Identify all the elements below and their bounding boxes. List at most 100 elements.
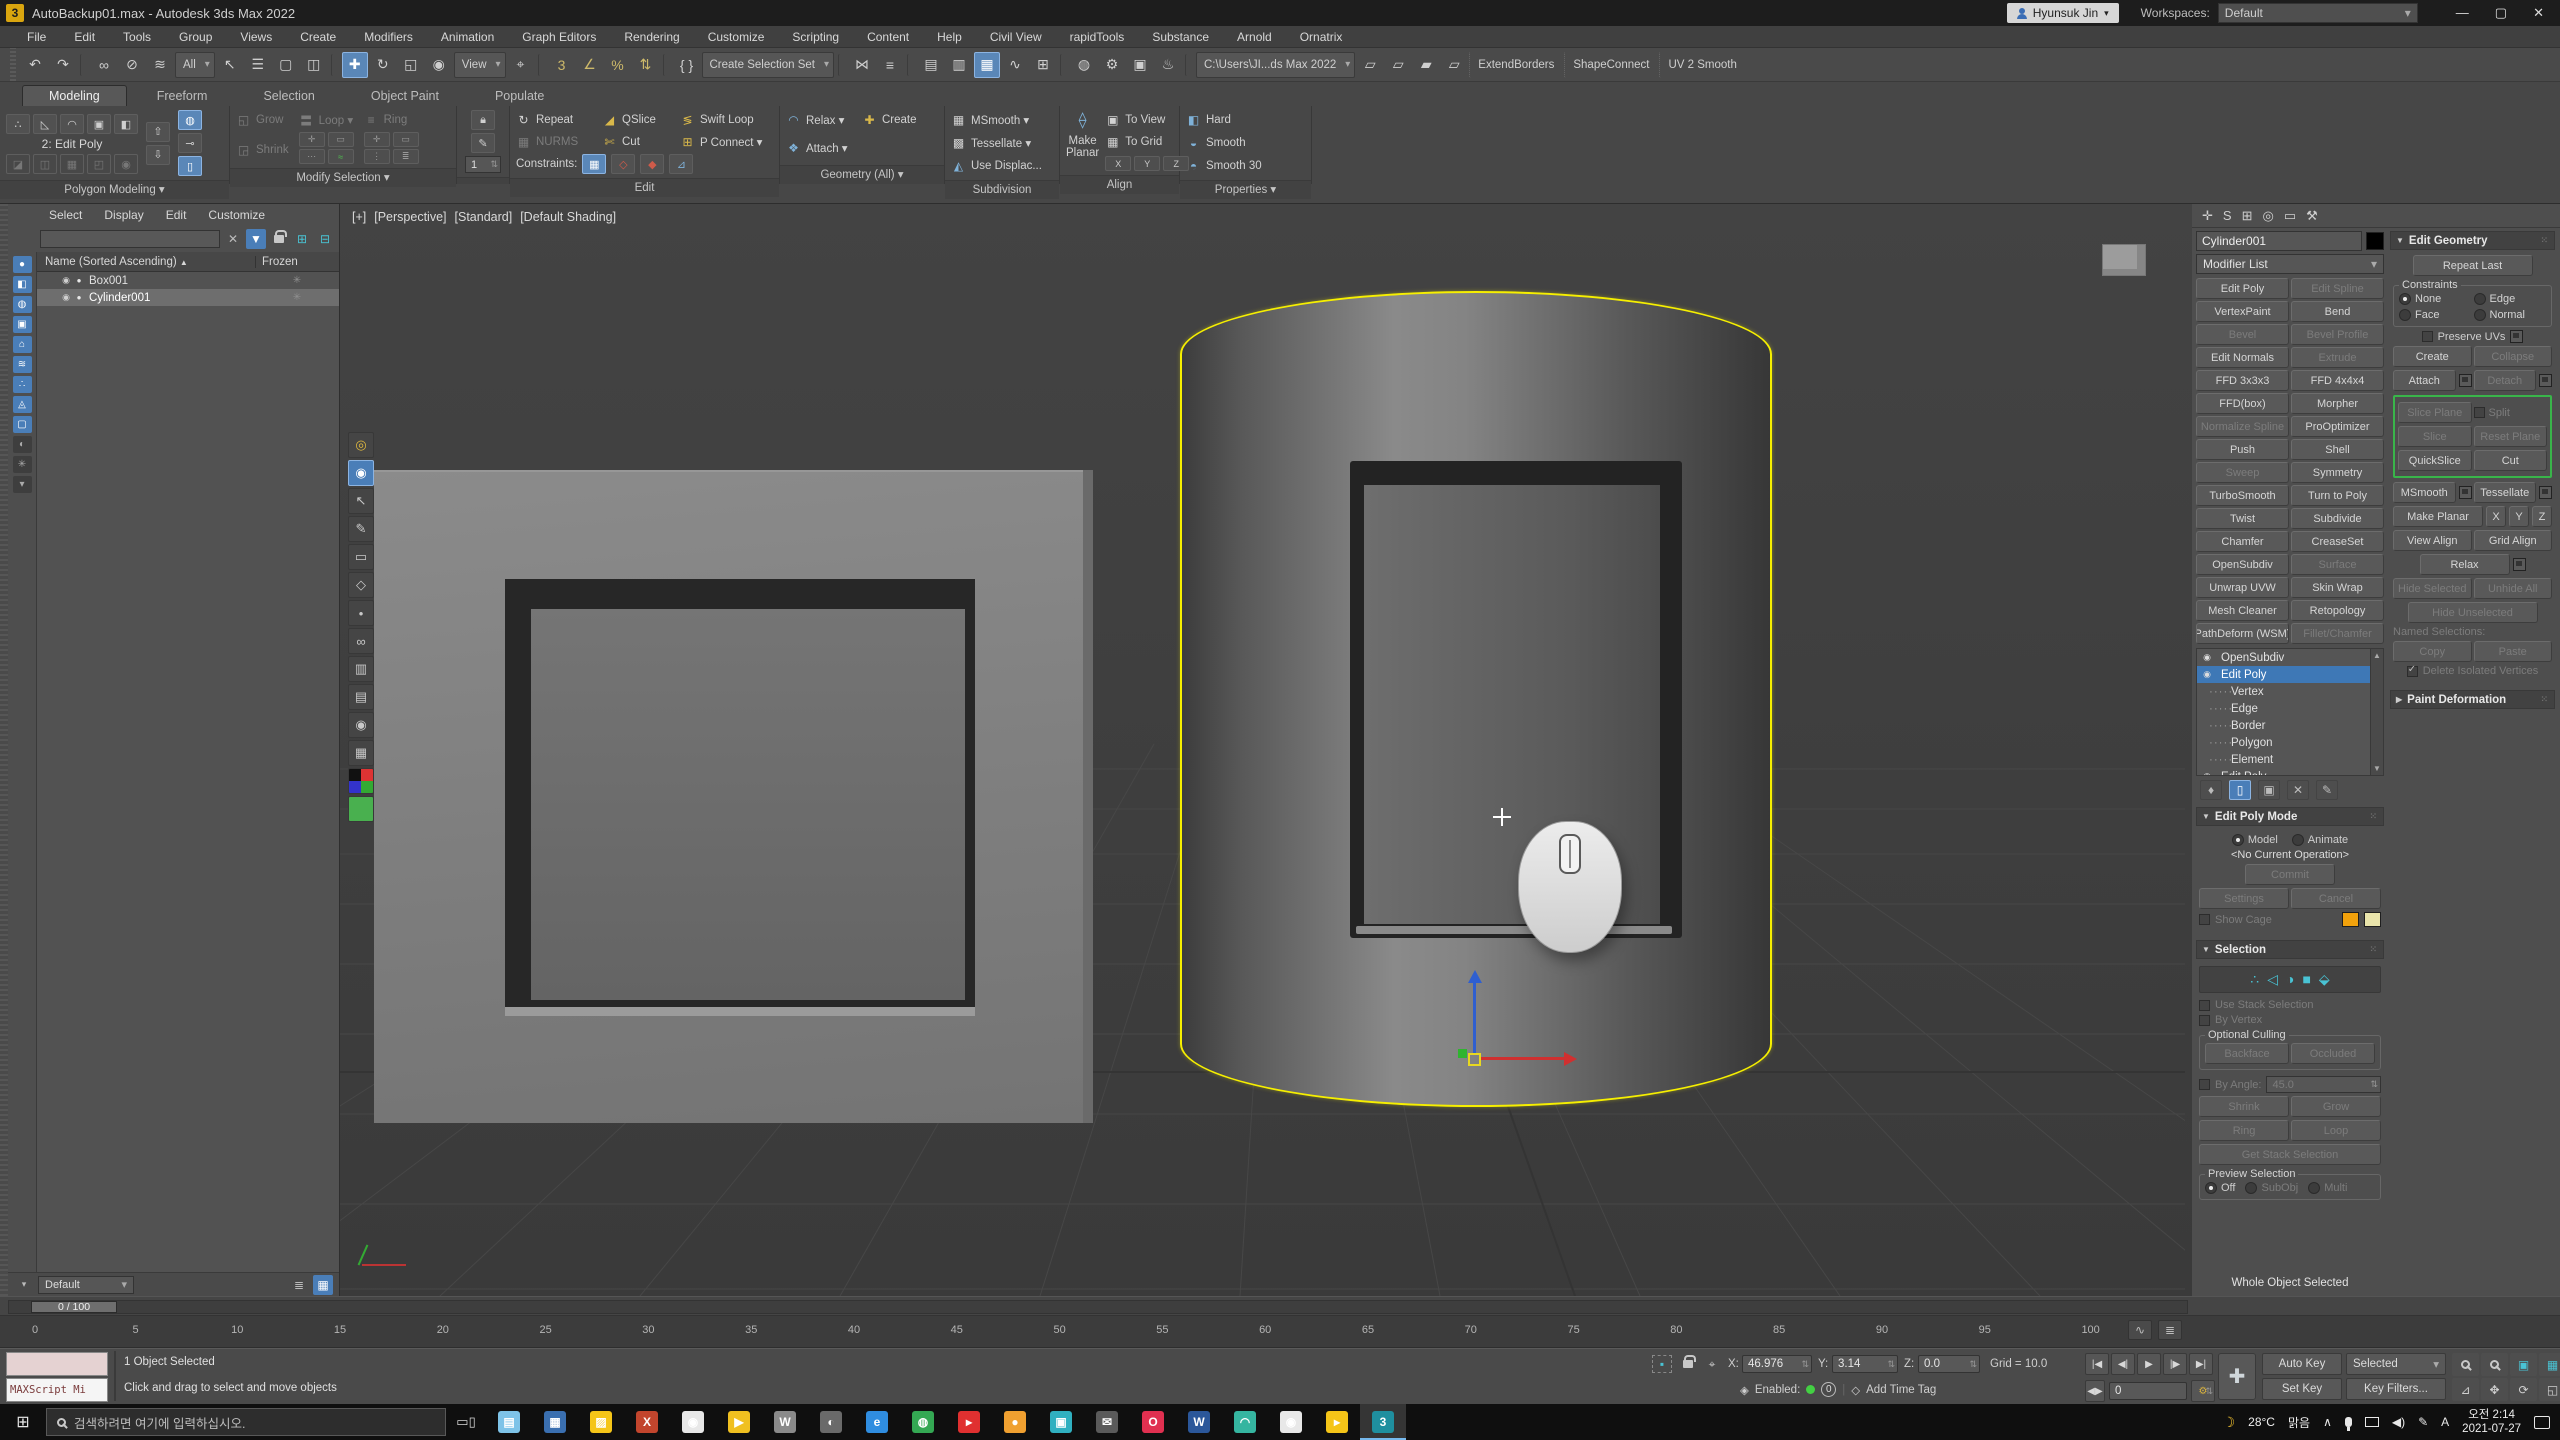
modifier-button[interactable]: FFD(box) bbox=[2196, 393, 2289, 414]
modifier-stack-item[interactable]: ◉ Border bbox=[2197, 717, 2383, 734]
cut-button[interactable]: ✄Cut bbox=[602, 132, 680, 152]
taskbar-chrome2-icon[interactable]: ◉ bbox=[1268, 1404, 1314, 1440]
slice-button[interactable]: Slice bbox=[2398, 426, 2472, 447]
explorer-menu-item[interactable]: Customize bbox=[199, 206, 274, 224]
modifier-button[interactable]: VertexPaint bbox=[2196, 301, 2289, 322]
attach-settings-icon[interactable] bbox=[2459, 374, 2472, 387]
taskbar-opera-icon[interactable]: O bbox=[1130, 1404, 1176, 1440]
loop-grow-button[interactable]: ✛ bbox=[299, 132, 325, 147]
paste-button[interactable]: Paste bbox=[2474, 641, 2553, 662]
project-folder-dropdown[interactable]: C:\Users\JI...ds Max 2022 bbox=[1196, 52, 1355, 78]
ref-coord-dropdown[interactable]: View bbox=[454, 52, 506, 78]
taskbar-notepad-icon[interactable]: ▤ bbox=[486, 1404, 532, 1440]
toggle-ribbon-icon[interactable]: ▦ bbox=[974, 52, 1000, 78]
occluded-button[interactable]: Occluded bbox=[2291, 1043, 2375, 1064]
relax-button[interactable]: Relax bbox=[2420, 554, 2510, 575]
edge-subobject-icon[interactable]: ◁ bbox=[2267, 971, 2278, 988]
menu-item[interactable]: File bbox=[14, 28, 59, 46]
loop-shrink-button[interactable]: ▭ bbox=[328, 132, 354, 147]
create-tab-icon[interactable]: ✛ bbox=[2202, 208, 2213, 224]
name-column-header[interactable]: Name (Sorted Ascending) ▲ bbox=[37, 256, 255, 268]
shrink-button[interactable]: Shrink bbox=[2199, 1096, 2289, 1117]
ribbon-tab[interactable]: Populate bbox=[469, 86, 570, 106]
taskbar-calculator-icon[interactable]: ▦ bbox=[532, 1404, 578, 1440]
element-subobject-icon[interactable]: ⬙ bbox=[2319, 971, 2330, 988]
toggle-layer-explorer-icon[interactable]: ▥ bbox=[946, 52, 972, 78]
track-bar[interactable]: 0510152025303540455055606570758085909510… bbox=[0, 1316, 2560, 1348]
grow-button[interactable]: Grow bbox=[2291, 1096, 2381, 1117]
action-center-icon[interactable] bbox=[2534, 1416, 2550, 1429]
modifier-button[interactable]: Chamfer bbox=[2196, 531, 2289, 552]
filter-helpers-icon[interactable]: ⌂ bbox=[13, 336, 32, 353]
y-coordinate-field[interactable]: 3.14 bbox=[1832, 1355, 1898, 1373]
polygon-mode-icon[interactable]: ▣ bbox=[87, 114, 111, 134]
edit-panel-label[interactable]: Edit bbox=[510, 178, 779, 197]
constraint-normal-radio[interactable] bbox=[2474, 309, 2486, 321]
hidden-icons-chevron[interactable]: ∧ bbox=[2323, 1415, 2332, 1429]
filter-containers-icon[interactable]: ▢ bbox=[13, 416, 32, 433]
taskbar-capture-icon[interactable]: ◐ bbox=[808, 1404, 854, 1440]
modifier-button[interactable]: TurboSmooth bbox=[2196, 485, 2289, 506]
menu-item[interactable]: Animation bbox=[428, 28, 507, 46]
percent-snap-icon[interactable]: % bbox=[605, 52, 631, 78]
window-crossing-icon[interactable]: ◫ bbox=[301, 52, 327, 78]
gizmo-y-axis[interactable] bbox=[1458, 1049, 1467, 1058]
modifier-button[interactable]: CreaseSet bbox=[2291, 531, 2384, 552]
menu-item[interactable]: Arnold bbox=[1224, 28, 1285, 46]
show-cage-checkbox[interactable] bbox=[2199, 914, 2210, 925]
by-angle-spinner[interactable]: 45.0 bbox=[2266, 1076, 2381, 1093]
frozen-toggle-icon[interactable]: ✳ bbox=[255, 275, 339, 286]
toolbar-grip[interactable] bbox=[10, 48, 16, 81]
constraint-face-radio[interactable] bbox=[2399, 309, 2411, 321]
select-by-name-icon[interactable]: ☰ bbox=[245, 52, 271, 78]
qslice-button[interactable]: ◢QSlice bbox=[602, 110, 680, 130]
constraint-face-icon[interactable]: ◆ bbox=[640, 154, 664, 174]
pan-icon[interactable]: ✥ bbox=[2481, 1378, 2508, 1401]
menu-item[interactable]: Help bbox=[924, 28, 975, 46]
commit-button[interactable]: Commit bbox=[2245, 864, 2335, 885]
time-slider-handle[interactable]: 0 / 100 bbox=[31, 1301, 117, 1313]
field-of-view-icon[interactable]: ⊿ bbox=[2452, 1378, 2479, 1401]
paint-selection-icon[interactable]: ✎ bbox=[471, 133, 495, 153]
lock-explorer-icon[interactable] bbox=[269, 229, 289, 249]
viewport-pov-label[interactable]: [Perspective] bbox=[374, 210, 446, 224]
select-rotate-icon[interactable]: ↻ bbox=[370, 52, 396, 78]
user-account-dropdown[interactable]: Hyunsuk Jin ▾ bbox=[2007, 3, 2119, 23]
modifier-button[interactable]: OpenSubdiv bbox=[2196, 554, 2289, 575]
filter-materials-icon[interactable]: ◐ bbox=[13, 436, 32, 453]
by-angle-checkbox[interactable] bbox=[2199, 1079, 2210, 1090]
render-setup-icon[interactable]: ⚙ bbox=[1099, 52, 1125, 78]
menu-item[interactable]: Customize bbox=[695, 28, 778, 46]
scene-state-1-icon[interactable]: ▱ bbox=[1357, 52, 1383, 78]
minimize-button[interactable]: — bbox=[2456, 5, 2469, 21]
align-y-button[interactable]: Y bbox=[1134, 156, 1160, 171]
softsel-icon[interactable]: ◉ bbox=[114, 154, 138, 174]
filter-particles-icon[interactable]: ∴ bbox=[13, 376, 32, 393]
rendered-frame-icon[interactable]: ▣ bbox=[1127, 52, 1153, 78]
explorer-menu-item[interactable]: Select bbox=[40, 206, 91, 224]
border-mode-icon[interactable]: ◠ bbox=[60, 114, 84, 134]
auto-key-button[interactable]: Auto Key bbox=[2262, 1353, 2342, 1375]
taskbar-autodesk-icon[interactable]: X bbox=[624, 1404, 670, 1440]
menu-item[interactable]: rapidTools bbox=[1057, 28, 1138, 46]
relax-settings-icon[interactable] bbox=[2513, 558, 2526, 571]
cage-selected-color-swatch[interactable] bbox=[2364, 912, 2381, 927]
weather-temp[interactable]: 28°C bbox=[2248, 1415, 2275, 1429]
menu-item[interactable]: Content bbox=[854, 28, 922, 46]
taskbar-photos-icon[interactable]: ▣ bbox=[1038, 1404, 1084, 1440]
polygon-subobject-icon[interactable]: ■ bbox=[2302, 971, 2310, 988]
modifier-button[interactable]: Edit Poly bbox=[2196, 278, 2289, 299]
pen-tray-icon[interactable]: ✎ bbox=[2418, 1415, 2428, 1429]
make-unique-icon[interactable]: ▣ bbox=[2258, 780, 2280, 800]
modifier-stack-item[interactable]: ◉ Vertex bbox=[2197, 683, 2383, 700]
delete-isolated-vertices-checkbox[interactable] bbox=[2407, 666, 2418, 677]
explorer-menu-item[interactable]: Edit bbox=[157, 206, 196, 224]
ime-indicator[interactable]: A bbox=[2441, 1415, 2449, 1429]
prev-frame-button[interactable]: ◀| bbox=[2111, 1353, 2135, 1375]
next-frame-button[interactable]: |▶ bbox=[2163, 1353, 2187, 1375]
align-to-view-button[interactable]: ▣To View bbox=[1105, 110, 1189, 130]
vp-eye-icon[interactable]: ◉ bbox=[348, 460, 374, 486]
menu-item[interactable]: Substance bbox=[1139, 28, 1222, 46]
preserve-uvs-settings-icon[interactable] bbox=[2510, 330, 2523, 343]
ring-shrink-button[interactable]: ▭ bbox=[393, 132, 419, 147]
